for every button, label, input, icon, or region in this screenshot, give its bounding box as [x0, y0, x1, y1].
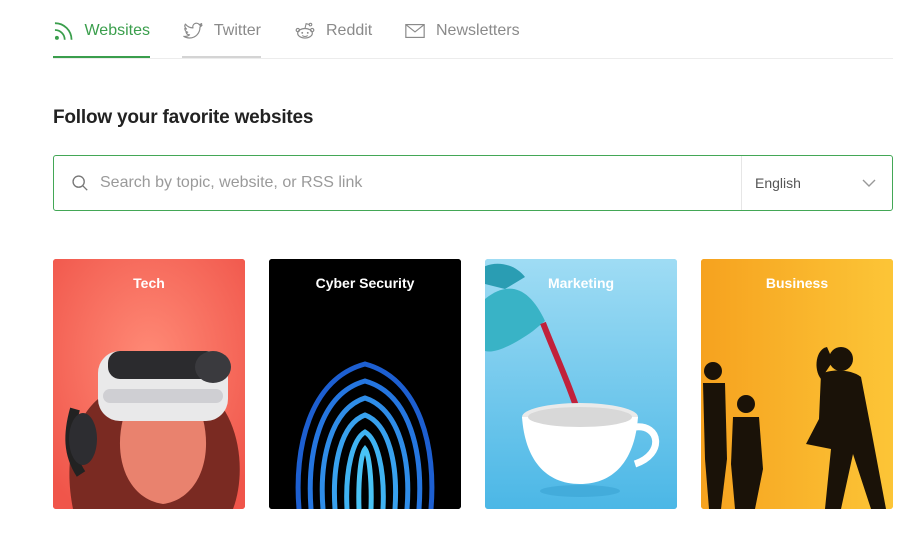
- search-field[interactable]: [54, 156, 741, 210]
- category-cards: Tech Cyber Security Marketing Business: [53, 259, 893, 509]
- tab-twitter[interactable]: Twitter: [182, 22, 261, 58]
- category-title: Tech: [133, 275, 165, 291]
- search-bar: English: [53, 155, 893, 211]
- category-card-marketing[interactable]: Marketing: [485, 259, 677, 509]
- tab-twitter-label: Twitter: [213, 22, 261, 39]
- tab-reddit[interactable]: Reddit: [294, 22, 374, 58]
- language-select[interactable]: English: [741, 156, 892, 210]
- tab-reddit-label: Reddit: [326, 22, 373, 39]
- language-select-value: English: [755, 175, 801, 191]
- twitter-icon: [183, 22, 203, 39]
- tab-websites[interactable]: Websites: [53, 22, 150, 58]
- category-title: Cyber Security: [315, 275, 415, 291]
- envelope-icon: [405, 23, 425, 39]
- tab-newsletters[interactable]: Newsletters: [404, 22, 524, 58]
- tech-card-image: [53, 259, 245, 509]
- page-title: Follow your favorite websites: [53, 107, 314, 128]
- category-card-tech[interactable]: Tech: [53, 259, 245, 509]
- reddit-icon: [295, 22, 315, 39]
- rss-icon: [54, 22, 73, 40]
- teapot-cup-image: [485, 259, 677, 509]
- category-card-business[interactable]: Business: [701, 259, 893, 509]
- search-input[interactable]: [98, 173, 702, 193]
- chevron-down-icon: [862, 179, 876, 187]
- category-title: Business: [765, 275, 829, 291]
- category-title: Marketing: [547, 275, 615, 291]
- tab-websites-label: Websites: [84, 22, 150, 39]
- business-people-image: [701, 259, 893, 509]
- fingerprint-image: [269, 259, 461, 509]
- source-tabs: Websites Twitter Reddit Newsletters: [53, 0, 893, 59]
- search-icon: [72, 175, 88, 191]
- category-card-cyber-security[interactable]: Cyber Security: [269, 259, 461, 509]
- tab-newsletters-label: Newsletters: [436, 22, 520, 39]
